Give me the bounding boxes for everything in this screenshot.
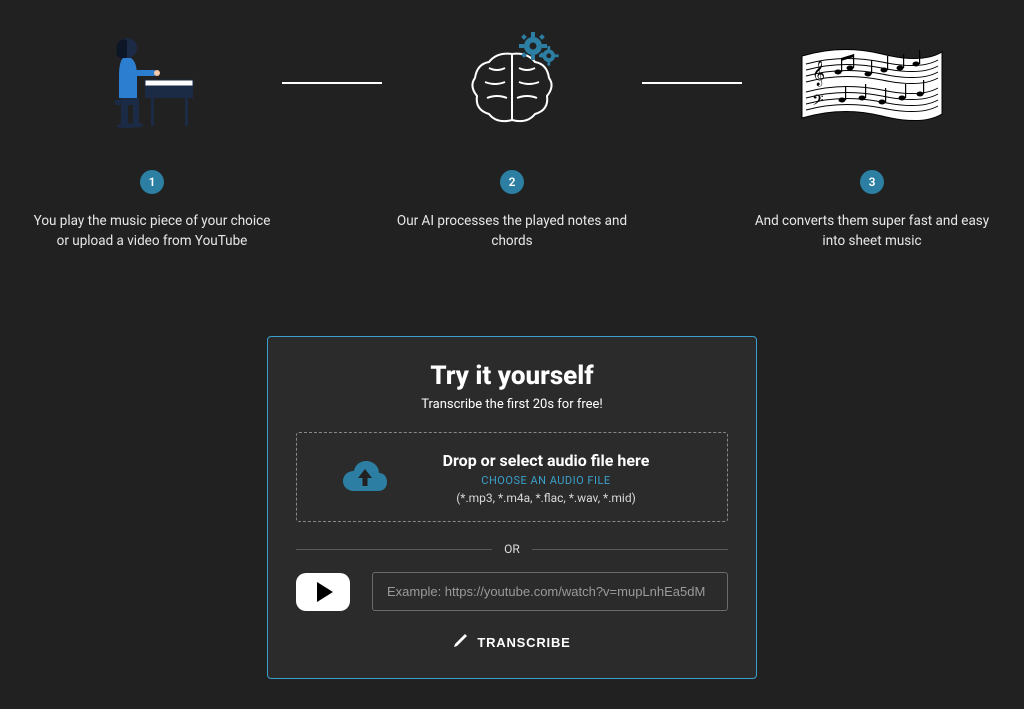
connector-line [282, 28, 382, 138]
youtube-row [296, 572, 728, 611]
audio-dropzone[interactable]: Drop or select audio file here CHOOSE AN… [296, 432, 728, 522]
try-card: Try it yourself Transcribe the first 20s… [267, 336, 757, 679]
svg-text:𝄞: 𝄞 [812, 60, 825, 86]
step-text-1: You play the music piece of your choice … [22, 212, 282, 251]
youtube-icon [296, 573, 350, 611]
ai-brain-illustration [457, 28, 567, 138]
step-badge-2: 2 [500, 170, 524, 194]
try-title: Try it yourself [296, 361, 728, 391]
step-text-3: And converts them super fast and easy in… [742, 212, 1002, 251]
step-1: 1 You play the music piece of your choic… [22, 28, 282, 251]
cloud-upload-icon [341, 459, 389, 497]
file-types-label: (*.mp3, *.m4a, *.flac, *.wav, *.mid) [411, 491, 681, 505]
or-label: OR [504, 542, 520, 556]
svg-text:𝄢: 𝄢 [812, 92, 824, 112]
step-text-2: Our AI processes the played notes and ch… [382, 212, 642, 251]
step-2: 2 Our AI processes the played notes and … [382, 28, 642, 251]
pencil-icon [453, 634, 467, 651]
step-badge-1: 1 [140, 170, 164, 194]
connector-line [642, 28, 742, 138]
sheet-music-illustration: 𝄞 𝄢 [792, 28, 952, 138]
step-badge-3: 3 [860, 170, 884, 194]
choose-audio-link[interactable]: CHOOSE AN AUDIO FILE [411, 474, 681, 487]
steps-row: 1 You play the music piece of your choic… [0, 0, 1024, 251]
try-subtitle: Transcribe the first 20s for free! [296, 397, 728, 412]
or-divider: OR [296, 542, 728, 556]
step-3: 𝄞 𝄢 3 And converts t [742, 28, 1002, 251]
youtube-url-input[interactable] [372, 572, 728, 611]
transcribe-button[interactable]: TRANSCRIBE [453, 634, 570, 651]
transcribe-label: TRANSCRIBE [477, 635, 570, 650]
drop-headline: Drop or select audio file here [411, 451, 681, 470]
piano-player-illustration [97, 28, 207, 138]
